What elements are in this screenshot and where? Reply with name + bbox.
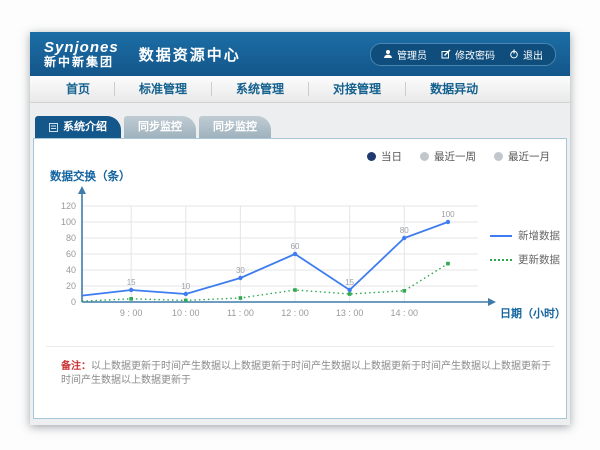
- tab-sync-monitor-1[interactable]: 同步监控: [124, 116, 196, 138]
- tab-sync-monitor-2[interactable]: 同步监控: [199, 116, 271, 138]
- chart-legend: 新增数据 更新数据: [488, 226, 562, 269]
- content-area: 系统介绍 同步监控 同步监控 当日 最近一周: [30, 103, 570, 425]
- admin-user-button[interactable]: 管理员: [383, 47, 427, 62]
- radio-last-week[interactable]: 最近一周: [420, 149, 476, 164]
- tab-system-intro[interactable]: 系统介绍: [35, 116, 121, 138]
- radio-last-week-label: 最近一周: [434, 149, 476, 164]
- legend-item-new-data: 新增数据: [490, 228, 560, 243]
- svg-text:100: 100: [61, 217, 76, 227]
- svg-text:14 : 00: 14 : 00: [390, 308, 418, 318]
- svg-text:30: 30: [236, 266, 245, 275]
- logout-label: 退出: [523, 47, 543, 62]
- radio-last-week-dot: [420, 152, 429, 161]
- document-icon: [49, 123, 58, 132]
- svg-text:40: 40: [66, 265, 76, 275]
- footer-note-text: 以上数据更新于时间产生数据以上数据更新于时间产生数据以上数据更新于时间产生数据以…: [61, 361, 551, 386]
- y-axis-title: 数据交换（条）: [50, 168, 562, 184]
- chart-panel: 当日 最近一周 最近一月 数据交换（条） 0 20 40 60 80 100 120 9 : …: [33, 138, 567, 419]
- svg-text:20: 20: [66, 281, 76, 291]
- svg-text:10: 10: [181, 282, 190, 291]
- svg-text:9 : 00: 9 : 00: [120, 308, 143, 318]
- user-menu: 管理员 修改密码 退出: [370, 43, 556, 66]
- nav-item-data-change[interactable]: 数据异动: [406, 82, 502, 96]
- change-password-label: 修改密码: [455, 47, 495, 62]
- app-header: Synjones 新中新集团 数据资源中心 管理员 修改密码 退出: [30, 32, 570, 76]
- logout-icon: [509, 49, 519, 59]
- nav-item-system-mgmt[interactable]: 系统管理: [212, 82, 309, 96]
- logo: Synjones 新中新集团: [44, 40, 119, 68]
- svg-text:10 : 00: 10 : 00: [172, 308, 200, 318]
- logout-button[interactable]: 退出: [509, 47, 543, 62]
- line-chart: 0 20 40 60 80 100 120 9 : 00 10 : 00 11 : 00 12 : …: [38, 186, 566, 334]
- edit-icon: [441, 49, 451, 59]
- chart-area: 数据交换（条） 0 20 40 60 80 100 120 9 : 00 10 : 00 11 :…: [34, 164, 566, 334]
- logo-primary: Synjones: [44, 40, 119, 56]
- user-icon: [383, 49, 393, 59]
- svg-text:日期（小时）: 日期（小时）: [500, 306, 566, 320]
- svg-text:60: 60: [291, 242, 300, 251]
- tab-sync-monitor-1-label: 同步监控: [138, 116, 182, 138]
- tab-bar: 系统介绍 同步监控 同步监控: [33, 116, 567, 138]
- svg-text:15: 15: [345, 278, 354, 287]
- solid-line-swatch: [490, 235, 512, 237]
- svg-text:15: 15: [127, 278, 136, 287]
- svg-text:80: 80: [66, 233, 76, 243]
- radio-today[interactable]: 当日: [367, 149, 402, 164]
- legend-updated-data-label: 更新数据: [518, 252, 560, 267]
- tab-system-intro-label: 系统介绍: [63, 116, 107, 138]
- logo-secondary: 新中新集团: [44, 56, 119, 69]
- radio-last-month-label: 最近一月: [508, 149, 550, 164]
- svg-text:0: 0: [71, 297, 76, 307]
- footer-note-prefix: 备注：: [61, 361, 91, 372]
- main-nav: 首页 标准管理 系统管理 对接管理 数据异动: [30, 76, 570, 103]
- nav-item-home[interactable]: 首页: [42, 82, 115, 96]
- change-password-button[interactable]: 修改密码: [441, 47, 495, 62]
- radio-last-month-dot: [494, 152, 503, 161]
- nav-item-standard-mgmt[interactable]: 标准管理: [115, 82, 212, 96]
- page-title: 数据资源中心: [139, 44, 241, 65]
- radio-last-month[interactable]: 最近一月: [494, 149, 550, 164]
- dotted-line-swatch: [490, 259, 512, 261]
- svg-text:13 : 00: 13 : 00: [336, 308, 364, 318]
- svg-text:12 : 00: 12 : 00: [281, 308, 309, 318]
- nav-item-interface-mgmt[interactable]: 对接管理: [309, 82, 406, 96]
- radio-today-label: 当日: [381, 149, 402, 164]
- time-range-filter: 当日 最近一周 最近一月: [34, 139, 566, 164]
- tab-sync-monitor-2-label: 同步监控: [213, 116, 257, 138]
- footer-note: 备注：以上数据更新于时间产生数据以上数据更新于时间产生数据以上数据更新于时间产生…: [34, 347, 566, 418]
- svg-text:60: 60: [66, 249, 76, 259]
- svg-text:100: 100: [441, 210, 455, 219]
- legend-new-data-label: 新增数据: [518, 228, 560, 243]
- svg-text:120: 120: [61, 201, 76, 211]
- radio-today-dot: [367, 152, 376, 161]
- legend-item-updated-data: 更新数据: [490, 252, 560, 267]
- app-window: Synjones 新中新集团 数据资源中心 管理员 修改密码 退出 首页 标准管…: [30, 32, 570, 425]
- svg-text:11 : 00: 11 : 00: [227, 308, 254, 318]
- svg-text:80: 80: [400, 226, 409, 235]
- admin-user-label: 管理员: [397, 47, 427, 62]
